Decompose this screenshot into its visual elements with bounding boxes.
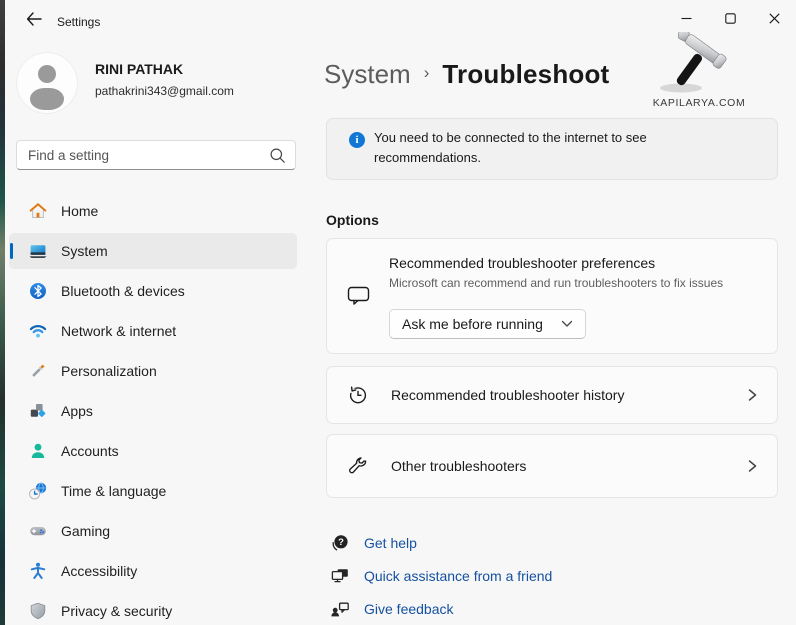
sidebar-nav: Home System Bluetooth & devices Network … <box>9 193 297 625</box>
watermark-label: KAPILARYA.COM <box>640 97 758 109</box>
preferences-description: Microsoft can recommend and run troubles… <box>389 276 723 290</box>
chevron-right-icon <box>745 387 759 403</box>
breadcrumb: System › Troubleshoot <box>324 54 609 94</box>
close-button[interactable] <box>752 0 796 36</box>
info-banner: i You need to be connected to the intern… <box>326 118 778 180</box>
sidebar-item-label: Time & language <box>61 483 166 499</box>
other-troubleshooters-row[interactable]: Other troubleshooters <box>326 434 778 498</box>
preferences-dropdown[interactable]: Ask me before running <box>389 309 586 339</box>
other-troubleshooters-label: Other troubleshooters <box>391 458 526 474</box>
footer-link-label: Give feedback <box>364 601 454 617</box>
hammer-image <box>653 81 745 98</box>
sidebar-item-label: Apps <box>61 403 93 419</box>
preferences-title: Recommended troubleshooter preferences <box>389 255 655 271</box>
sidebar-item-home[interactable]: Home <box>9 193 297 229</box>
page-title: Troubleshoot <box>442 59 609 90</box>
avatar <box>16 52 78 114</box>
system-icon <box>28 241 48 261</box>
time-language-icon <box>28 481 48 501</box>
apps-icon <box>28 401 48 421</box>
preferences-card: Recommended troubleshooter preferences M… <box>326 238 778 354</box>
history-row[interactable]: Recommended troubleshooter history <box>326 366 778 424</box>
settings-window: Settings RINI PATHAK pathakrini343@gmail… <box>0 0 796 625</box>
wrench-icon <box>347 455 369 477</box>
sidebar-item-label: Accounts <box>61 443 119 459</box>
comment-icon <box>347 285 370 312</box>
sidebar-item-label: Accessibility <box>61 563 137 579</box>
sidebar-item-label: System <box>61 243 108 259</box>
network-icon <box>28 321 48 341</box>
get-help-icon: ? <box>330 533 350 553</box>
sidebar-item-accounts[interactable]: Accounts <box>9 433 297 469</box>
breadcrumb-parent[interactable]: System <box>324 59 411 90</box>
search-input[interactable] <box>28 141 268 169</box>
sidebar-item-network-internet[interactable]: Network & internet <box>9 313 297 349</box>
sidebar-item-system[interactable]: System <box>9 233 297 269</box>
close-icon <box>769 13 780 24</box>
accounts-icon <box>28 441 48 461</box>
chevron-right-icon <box>745 458 759 474</box>
minimize-icon <box>681 13 692 24</box>
sidebar-item-gaming[interactable]: Gaming <box>9 513 297 549</box>
options-heading: Options <box>326 212 379 228</box>
window-title: Settings <box>57 15 100 29</box>
user-name: RINI PATHAK <box>95 61 183 77</box>
sidebar-item-label: Bluetooth & devices <box>61 283 185 299</box>
bluetooth-icon <box>28 281 48 301</box>
footer-link-label: Quick assistance from a friend <box>364 568 552 584</box>
home-icon <box>28 201 48 221</box>
privacy-icon <box>28 601 48 621</box>
history-icon <box>347 384 369 406</box>
breadcrumb-separator-icon: › <box>424 63 430 83</box>
sidebar-item-apps[interactable]: Apps <box>9 393 297 429</box>
info-banner-message: You need to be connected to the internet… <box>374 128 719 168</box>
minimize-button[interactable] <box>664 0 708 36</box>
info-icon: i <box>349 132 365 148</box>
maximize-button[interactable] <box>708 0 752 36</box>
sidebar-item-bluetooth-devices[interactable]: Bluetooth & devices <box>9 273 297 309</box>
svg-text:?: ? <box>338 537 344 548</box>
chevron-down-icon <box>561 320 573 328</box>
footer-link-quick-assist[interactable]: Quick assistance from a friend <box>330 565 552 587</box>
history-label: Recommended troubleshooter history <box>391 387 624 403</box>
dropdown-selected-value: Ask me before running <box>402 316 543 332</box>
watermark: KAPILARYA.COM <box>640 32 758 109</box>
sidebar-item-time-language[interactable]: Time & language <box>9 473 297 509</box>
back-arrow-icon <box>26 12 42 29</box>
sidebar-item-label: Network & internet <box>61 323 176 339</box>
quick-assist-icon <box>330 566 350 586</box>
sidebar-item-label: Home <box>61 203 98 219</box>
give-feedback-icon <box>330 599 350 619</box>
sidebar-item-label: Personalization <box>61 363 157 379</box>
user-email: pathakrini343@gmail.com <box>95 84 234 98</box>
footer-link-get-help[interactable]: ? Get help <box>330 532 417 554</box>
personalization-icon <box>28 361 48 381</box>
sidebar-item-label: Gaming <box>61 523 110 539</box>
back-button[interactable] <box>18 7 50 33</box>
accessibility-icon <box>28 561 48 581</box>
search-icon <box>269 147 286 169</box>
sidebar-item-personalization[interactable]: Personalization <box>9 353 297 389</box>
footer-link-label: Get help <box>364 535 417 551</box>
sidebar-item-label: Privacy & security <box>61 603 172 619</box>
footer-link-give-feedback[interactable]: Give feedback <box>330 598 454 620</box>
maximize-icon <box>725 13 736 24</box>
gaming-icon <box>28 521 48 541</box>
search-box <box>16 140 296 170</box>
sidebar-item-privacy-security[interactable]: Privacy & security <box>9 593 297 625</box>
sidebar-item-accessibility[interactable]: Accessibility <box>9 553 297 589</box>
